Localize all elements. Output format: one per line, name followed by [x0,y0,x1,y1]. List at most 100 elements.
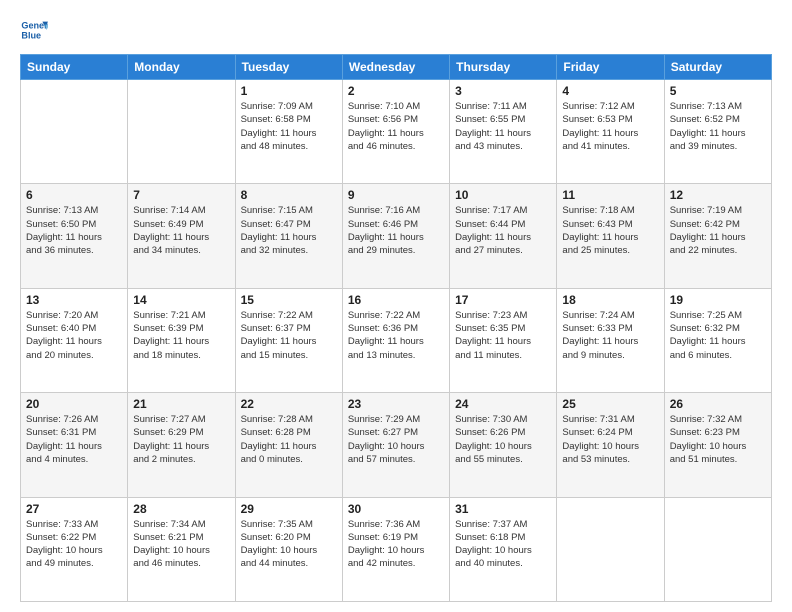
week-row-2: 6Sunrise: 7:13 AM Sunset: 6:50 PM Daylig… [21,184,772,288]
day-info: Sunrise: 7:19 AM Sunset: 6:42 PM Dayligh… [670,204,766,257]
day-number: 14 [133,293,229,307]
day-info: Sunrise: 7:23 AM Sunset: 6:35 PM Dayligh… [455,309,551,362]
day-info: Sunrise: 7:21 AM Sunset: 6:39 PM Dayligh… [133,309,229,362]
day-number: 2 [348,84,444,98]
day-info: Sunrise: 7:17 AM Sunset: 6:44 PM Dayligh… [455,204,551,257]
day-number: 27 [26,502,122,516]
day-info: Sunrise: 7:34 AM Sunset: 6:21 PM Dayligh… [133,518,229,571]
calendar-cell: 12 Sunrise: 7:19 AM Sunset: 6:42 PM Dayli… [664,184,771,288]
calendar-cell: 23 Sunrise: 7:29 AM Sunset: 6:27 PM Dayli… [342,393,449,497]
calendar-cell: 5 Sunrise: 7:13 AM Sunset: 6:52 PM Daylig… [664,80,771,184]
day-number: 11 [562,188,658,202]
calendar-header-row: SundayMondayTuesdayWednesdayThursdayFrid… [21,55,772,80]
day-number: 1 [241,84,337,98]
day-info: Sunrise: 7:12 AM Sunset: 6:53 PM Dayligh… [562,100,658,153]
calendar-cell: 15 Sunrise: 7:22 AM Sunset: 6:37 PM Dayli… [235,288,342,392]
day-number: 4 [562,84,658,98]
week-row-1: 1Sunrise: 7:09 AM Sunset: 6:58 PM Daylig… [21,80,772,184]
day-number: 7 [133,188,229,202]
calendar-cell: 18 Sunrise: 7:24 AM Sunset: 6:33 PM Dayli… [557,288,664,392]
day-number: 12 [670,188,766,202]
day-info: Sunrise: 7:29 AM Sunset: 6:27 PM Dayligh… [348,413,444,466]
calendar-cell: 4 Sunrise: 7:12 AM Sunset: 6:53 PM Daylig… [557,80,664,184]
day-number: 28 [133,502,229,516]
day-info: Sunrise: 7:10 AM Sunset: 6:56 PM Dayligh… [348,100,444,153]
day-info: Sunrise: 7:22 AM Sunset: 6:37 PM Dayligh… [241,309,337,362]
calendar-cell: 7 Sunrise: 7:14 AM Sunset: 6:49 PM Daylig… [128,184,235,288]
calendar-table: SundayMondayTuesdayWednesdayThursdayFrid… [20,54,772,602]
day-number: 13 [26,293,122,307]
day-number: 16 [348,293,444,307]
column-header-saturday: Saturday [664,55,771,80]
calendar-cell: 27 Sunrise: 7:33 AM Sunset: 6:22 PM Dayli… [21,497,128,601]
day-info: Sunrise: 7:35 AM Sunset: 6:20 PM Dayligh… [241,518,337,571]
day-info: Sunrise: 7:25 AM Sunset: 6:32 PM Dayligh… [670,309,766,362]
day-info: Sunrise: 7:24 AM Sunset: 6:33 PM Dayligh… [562,309,658,362]
day-info: Sunrise: 7:31 AM Sunset: 6:24 PM Dayligh… [562,413,658,466]
column-header-thursday: Thursday [450,55,557,80]
header: General Blue [20,16,772,44]
calendar-cell: 6Sunrise: 7:13 AM Sunset: 6:50 PM Daylig… [21,184,128,288]
calendar-cell [128,80,235,184]
calendar-cell: 29Sunrise: 7:35 AM Sunset: 6:20 PM Dayli… [235,497,342,601]
calendar-cell: 14 Sunrise: 7:21 AM Sunset: 6:39 PM Dayli… [128,288,235,392]
day-info: Sunrise: 7:36 AM Sunset: 6:19 PM Dayligh… [348,518,444,571]
day-info: Sunrise: 7:11 AM Sunset: 6:55 PM Dayligh… [455,100,551,153]
calendar-cell: 1Sunrise: 7:09 AM Sunset: 6:58 PM Daylig… [235,80,342,184]
week-row-4: 20 Sunrise: 7:26 AM Sunset: 6:31 PM Dayli… [21,393,772,497]
calendar-cell: 21 Sunrise: 7:27 AM Sunset: 6:29 PM Dayli… [128,393,235,497]
calendar-cell: 8Sunrise: 7:15 AM Sunset: 6:47 PM Daylig… [235,184,342,288]
day-info: Sunrise: 7:13 AM Sunset: 6:52 PM Dayligh… [670,100,766,153]
calendar-cell: 19 Sunrise: 7:25 AM Sunset: 6:32 PM Dayli… [664,288,771,392]
day-info: Sunrise: 7:33 AM Sunset: 6:22 PM Dayligh… [26,518,122,571]
day-number: 3 [455,84,551,98]
day-number: 21 [133,397,229,411]
calendar-cell: 28 Sunrise: 7:34 AM Sunset: 6:21 PM Dayli… [128,497,235,601]
day-info: Sunrise: 7:28 AM Sunset: 6:28 PM Dayligh… [241,413,337,466]
day-number: 30 [348,502,444,516]
calendar-cell: 2 Sunrise: 7:10 AM Sunset: 6:56 PM Daylig… [342,80,449,184]
calendar-cell: 25Sunrise: 7:31 AM Sunset: 6:24 PM Dayli… [557,393,664,497]
calendar-cell: 3 Sunrise: 7:11 AM Sunset: 6:55 PM Daylig… [450,80,557,184]
day-info: Sunrise: 7:37 AM Sunset: 6:18 PM Dayligh… [455,518,551,571]
day-info: Sunrise: 7:13 AM Sunset: 6:50 PM Dayligh… [26,204,122,257]
calendar-cell: 13 Sunrise: 7:20 AM Sunset: 6:40 PM Dayli… [21,288,128,392]
logo-icon: General Blue [20,16,48,44]
day-number: 23 [348,397,444,411]
calendar-cell [664,497,771,601]
calendar-cell: 16 Sunrise: 7:22 AM Sunset: 6:36 PM Dayli… [342,288,449,392]
calendar-cell: 10 Sunrise: 7:17 AM Sunset: 6:44 PM Dayli… [450,184,557,288]
day-info: Sunrise: 7:20 AM Sunset: 6:40 PM Dayligh… [26,309,122,362]
day-number: 19 [670,293,766,307]
day-info: Sunrise: 7:32 AM Sunset: 6:23 PM Dayligh… [670,413,766,466]
day-number: 15 [241,293,337,307]
day-info: Sunrise: 7:22 AM Sunset: 6:36 PM Dayligh… [348,309,444,362]
day-info: Sunrise: 7:16 AM Sunset: 6:46 PM Dayligh… [348,204,444,257]
day-number: 18 [562,293,658,307]
day-number: 20 [26,397,122,411]
day-number: 22 [241,397,337,411]
day-info: Sunrise: 7:15 AM Sunset: 6:47 PM Dayligh… [241,204,337,257]
day-number: 26 [670,397,766,411]
day-number: 10 [455,188,551,202]
calendar-cell: 17 Sunrise: 7:23 AM Sunset: 6:35 PM Dayli… [450,288,557,392]
day-number: 17 [455,293,551,307]
logo: General Blue [20,16,48,44]
calendar-cell: 26 Sunrise: 7:32 AM Sunset: 6:23 PM Dayli… [664,393,771,497]
calendar-cell [21,80,128,184]
week-row-3: 13 Sunrise: 7:20 AM Sunset: 6:40 PM Dayli… [21,288,772,392]
week-row-5: 27 Sunrise: 7:33 AM Sunset: 6:22 PM Dayli… [21,497,772,601]
day-number: 5 [670,84,766,98]
day-info: Sunrise: 7:27 AM Sunset: 6:29 PM Dayligh… [133,413,229,466]
calendar-cell: 20 Sunrise: 7:26 AM Sunset: 6:31 PM Dayli… [21,393,128,497]
day-info: Sunrise: 7:14 AM Sunset: 6:49 PM Dayligh… [133,204,229,257]
calendar-cell: 22 Sunrise: 7:28 AM Sunset: 6:28 PM Dayli… [235,393,342,497]
column-header-friday: Friday [557,55,664,80]
column-header-tuesday: Tuesday [235,55,342,80]
day-info: Sunrise: 7:18 AM Sunset: 6:43 PM Dayligh… [562,204,658,257]
day-number: 9 [348,188,444,202]
calendar-cell: 31Sunrise: 7:37 AM Sunset: 6:18 PM Dayli… [450,497,557,601]
calendar-cell: 9 Sunrise: 7:16 AM Sunset: 6:46 PM Daylig… [342,184,449,288]
column-header-monday: Monday [128,55,235,80]
day-info: Sunrise: 7:26 AM Sunset: 6:31 PM Dayligh… [26,413,122,466]
